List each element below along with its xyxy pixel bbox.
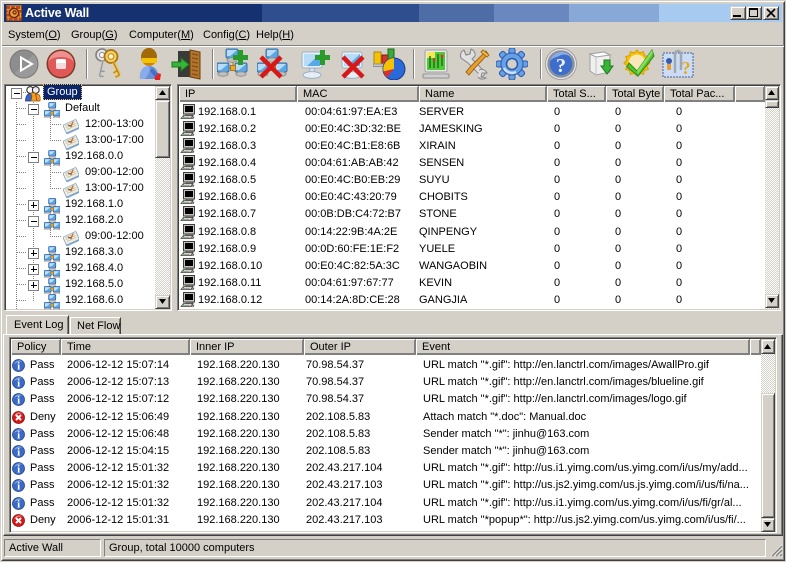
svg-text:?: ? — [682, 58, 691, 78]
svg-text:i: i — [17, 447, 20, 458]
svg-text:?: ? — [556, 55, 566, 77]
svg-text:i: i — [17, 499, 20, 510]
svg-text:i: i — [17, 361, 20, 372]
svg-text:i: i — [17, 464, 20, 475]
svg-text:i: i — [17, 395, 20, 406]
svg-text:i: i — [17, 378, 20, 389]
svg-text:i: i — [17, 481, 20, 492]
svg-text:i: i — [17, 430, 20, 441]
